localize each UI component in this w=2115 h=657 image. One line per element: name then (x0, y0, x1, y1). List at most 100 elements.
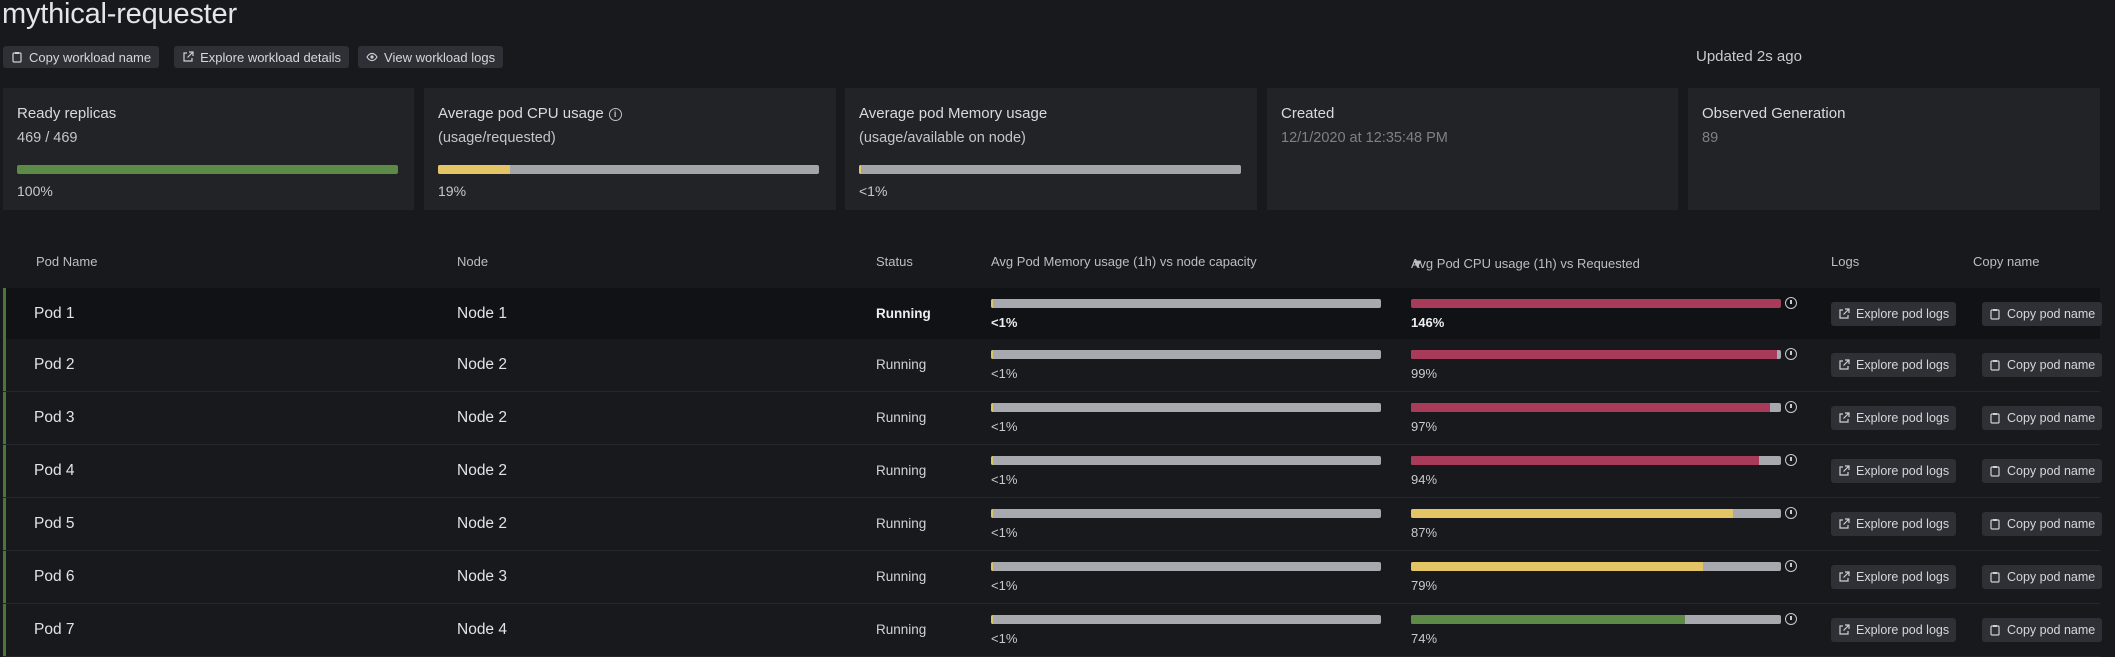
table-row[interactable]: Pod 3 Node 2 Running <1% 97% Explore pod logs… (3, 392, 2103, 445)
ready-replicas-card: Ready replicas 469 / 469 100% (3, 88, 414, 210)
avg-memory-title: Average pod Memory usage (859, 105, 1048, 122)
clipboard-icon (1989, 571, 2001, 583)
copy-pod-name-button[interactable]: Copy pod name (1982, 512, 2103, 536)
updated-timestamp: Updated 2s ago (1696, 48, 1802, 65)
summary-cards: Ready replicas 469 / 469 100% Average po… (3, 88, 2100, 210)
info-icon[interactable] (1785, 297, 1797, 309)
table-row[interactable]: Pod 1 Node 1 Running <1% 146% Explore pod log… (3, 288, 2103, 341)
explore-pod-logs-button[interactable]: Explore pod logs (1831, 406, 1957, 430)
column-header-logs: Logs (1831, 254, 1860, 269)
clipboard-icon (1989, 359, 2001, 371)
row-status-indicator (3, 288, 6, 340)
avg-cpu-subtitle: (usage/requested) (438, 130, 556, 146)
ready-replicas-percent: 100% (17, 183, 53, 199)
memory-usage-value: <1% (991, 525, 1018, 540)
info-icon[interactable] (1785, 560, 1797, 572)
status-cell: Running (876, 622, 927, 637)
copy-pod-name-button[interactable]: Copy pod name (1982, 618, 2103, 642)
node-cell: Node 2 (457, 462, 507, 479)
copy-pod-name-button[interactable]: Copy pod name (1982, 406, 2103, 430)
info-icon[interactable] (1785, 401, 1797, 413)
cpu-usage-bar (1411, 456, 1781, 465)
row-status-indicator (3, 445, 6, 497)
column-header-status[interactable]: Status (876, 254, 913, 269)
avg-memory-bar-fill (859, 165, 861, 174)
avg-cpu-percent: 19% (438, 183, 467, 199)
cpu-usage-value: 97% (1411, 419, 1438, 434)
memory-usage-bar (991, 509, 1381, 518)
node-cell: Node 2 (457, 515, 507, 532)
copy-pod-name-button[interactable]: Copy pod name (1982, 565, 2103, 589)
table-row[interactable]: Pod 5 Node 2 Running <1% 87% Explore pod logs… (3, 498, 2103, 551)
memory-usage-bar (991, 403, 1381, 412)
copy-pod-name-button[interactable]: Copy pod name (1982, 353, 2103, 377)
memory-usage-value: <1% (991, 419, 1018, 434)
copy-pod-name-button[interactable]: Copy pod name (1982, 302, 2103, 326)
cpu-usage-bar (1411, 299, 1781, 308)
memory-usage-bar (991, 615, 1381, 624)
external-link-icon (182, 51, 194, 63)
copy-pod-name-label: Copy pod name (2007, 570, 2096, 584)
table-row[interactable]: Pod 2 Node 2 Running <1% 99% Explore pod logs… (3, 339, 2103, 392)
memory-usage-value: <1% (991, 578, 1018, 593)
node-cell: Node 4 (457, 621, 507, 638)
clipboard-icon (1989, 465, 2001, 477)
pod-name-cell: Pod 2 (34, 356, 75, 373)
cpu-usage-value: 79% (1411, 578, 1438, 593)
copy-pod-name-label: Copy pod name (2007, 307, 2096, 321)
view-workload-logs-label: View workload logs (384, 49, 496, 65)
explore-workload-details-button[interactable]: Explore workload details (174, 46, 350, 68)
table-row[interactable]: Pod 4 Node 2 Running <1% 94% Explore pod logs… (3, 445, 2103, 498)
explore-pod-logs-button[interactable]: Explore pod logs (1831, 353, 1957, 377)
explore-pod-logs-button[interactable]: Explore pod logs (1831, 459, 1957, 483)
column-header-memory[interactable]: Avg Pod Memory usage (1h) vs node capaci… (991, 254, 1257, 269)
cpu-usage-bar (1411, 615, 1781, 624)
explore-pod-logs-button[interactable]: Explore pod logs (1831, 618, 1957, 642)
observed-generation-title: Observed Generation (1702, 105, 1846, 122)
copy-pod-name-label: Copy pod name (2007, 623, 2096, 637)
copy-workload-name-button[interactable]: Copy workload name (3, 46, 160, 68)
avg-memory-percent: <1% (859, 183, 888, 199)
node-cell: Node 3 (457, 568, 507, 585)
explore-pod-logs-label: Explore pod logs (1856, 464, 1950, 478)
table-row[interactable]: Pod 7 Node 4 Running <1% 74% Explore pod logs… (3, 604, 2103, 657)
row-status-indicator (3, 339, 6, 391)
workload-toolbar: Copy workload name Explore workload deta… (3, 46, 518, 68)
status-cell: Running (876, 306, 931, 321)
avg-memory-card: Average pod Memory usage (usage/availabl… (845, 88, 1257, 210)
table-row[interactable]: Pod 6 Node 3 Running <1% 79% Explore pod logs… (3, 551, 2103, 604)
row-status-indicator (3, 604, 6, 656)
explore-pod-logs-button[interactable]: Explore pod logs (1831, 302, 1957, 326)
view-workload-logs-button[interactable]: View workload logs (358, 46, 504, 68)
copy-pod-name-label: Copy pod name (2007, 517, 2096, 531)
cpu-usage-bar-fill (1411, 299, 1781, 308)
column-header-node[interactable]: Node (457, 254, 488, 269)
row-status-indicator (3, 498, 6, 550)
info-icon[interactable] (1785, 348, 1797, 360)
created-title: Created (1281, 105, 1335, 122)
explore-pod-logs-button[interactable]: Explore pod logs (1831, 565, 1957, 589)
memory-usage-bar-fill (991, 403, 993, 412)
column-header-pod-name[interactable]: Pod Name (36, 254, 97, 269)
info-icon[interactable] (1785, 613, 1797, 625)
created-value: 12/1/2020 at 12:35:48 PM (1281, 130, 1448, 146)
cpu-usage-bar-fill (1411, 456, 1759, 465)
info-icon[interactable] (1785, 454, 1797, 466)
copy-pod-name-label: Copy pod name (2007, 411, 2096, 425)
cpu-usage-bar-fill (1411, 509, 1733, 518)
external-link-icon (1838, 465, 1850, 477)
pod-name-cell: Pod 6 (34, 568, 75, 585)
memory-usage-bar-fill (991, 509, 993, 518)
info-icon[interactable] (1785, 507, 1797, 519)
explore-pod-logs-label: Explore pod logs (1856, 623, 1950, 637)
ready-replicas-bar (17, 165, 398, 174)
copy-pod-name-button[interactable]: Copy pod name (1982, 459, 2103, 483)
pod-name-cell: Pod 4 (34, 462, 75, 479)
info-icon[interactable]: i (608, 107, 622, 121)
avg-cpu-bar-fill (438, 165, 511, 174)
clipboard-icon (1989, 624, 2001, 636)
cpu-usage-bar (1411, 509, 1781, 518)
external-link-icon (1838, 359, 1850, 371)
explore-pod-logs-button[interactable]: Explore pod logs (1831, 512, 1957, 536)
external-link-icon (1838, 624, 1850, 636)
